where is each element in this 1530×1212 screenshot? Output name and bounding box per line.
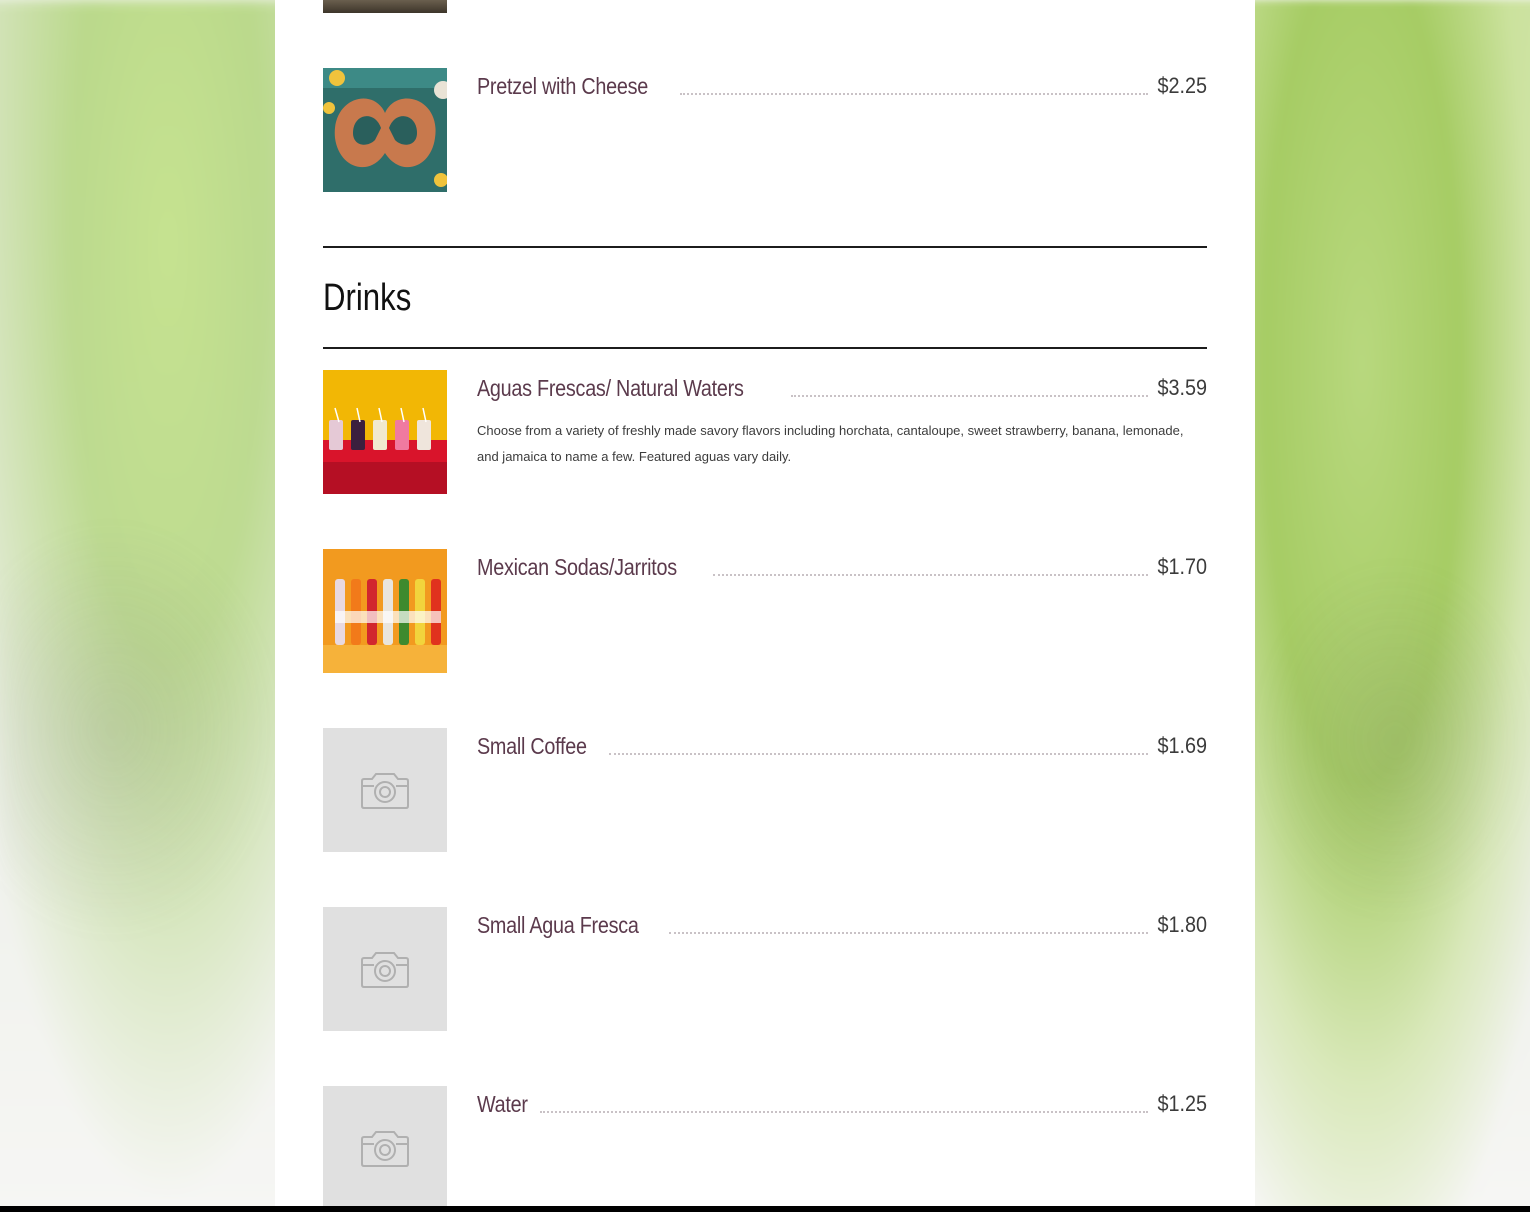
item-name: Pretzel with Cheese — [477, 73, 649, 99]
camera-icon — [361, 1131, 409, 1167]
section-title: Drinks — [323, 277, 412, 319]
item-header: Pretzel with Cheese $2.25 — [477, 70, 1207, 100]
menu-item: Water $1.25 — [323, 1086, 1207, 1210]
item-price: $1.25 — [1157, 1091, 1207, 1116]
item-price: $1.69 — [1157, 733, 1207, 758]
item-price: $1.80 — [1157, 912, 1207, 937]
item-header: Water $1.25 — [477, 1088, 1207, 1118]
item-name: Small Agua Fresca — [477, 912, 639, 938]
bottom-bar — [0, 1206, 1530, 1212]
camera-icon — [361, 952, 409, 988]
background-shade-left — [0, 520, 280, 940]
item-price: $2.25 — [1157, 73, 1207, 98]
dotted-leader — [540, 1110, 1148, 1113]
menu-item: Small Coffee $1.69 — [323, 728, 1207, 852]
item-header: Mexican Sodas/Jarritos $1.70 — [477, 551, 1207, 581]
dotted-leader — [713, 573, 1148, 576]
image-placeholder — [323, 728, 447, 852]
item-header: Small Agua Fresca $1.80 — [477, 909, 1207, 939]
menu-item: Aguas Frescas/ Natural Waters $3.59 Choo… — [323, 370, 1207, 494]
item-price: $1.70 — [1157, 554, 1207, 579]
section-divider-bottom — [323, 347, 1207, 349]
item-name: Water — [477, 1091, 528, 1117]
item-name: Aguas Frescas/ Natural Waters — [477, 375, 744, 401]
menu-content: Pretzel with Cheese $2.25 Drinks Aguas F… — [275, 0, 1255, 1212]
menu-item: Pretzel with Cheese $2.25 — [323, 68, 1207, 192]
jarritos-photo — [323, 549, 447, 673]
section-divider-top — [323, 246, 1207, 248]
image-placeholder — [323, 1086, 447, 1210]
menu-item: Small Agua Fresca $1.80 — [323, 907, 1207, 1031]
item-name: Mexican Sodas/Jarritos — [477, 554, 677, 580]
pretzel-photo — [323, 68, 447, 192]
dotted-leader — [791, 394, 1148, 397]
item-price: $3.59 — [1157, 375, 1207, 400]
item-header: Aguas Frescas/ Natural Waters $3.59 — [477, 372, 1207, 402]
camera-icon — [361, 773, 409, 809]
menu-item: Mexican Sodas/Jarritos $1.70 — [323, 549, 1207, 673]
background-shade-right — [1255, 560, 1530, 920]
previous-item-image — [323, 0, 447, 13]
aguas-frescas-photo — [323, 370, 447, 494]
item-name: Small Coffee — [477, 733, 587, 759]
dotted-leader — [608, 752, 1148, 755]
item-description: Choose from a variety of freshly made sa… — [477, 423, 1184, 464]
image-placeholder — [323, 907, 447, 1031]
item-header: Small Coffee $1.69 — [477, 730, 1207, 760]
dotted-leader — [668, 931, 1148, 934]
dotted-leader — [679, 92, 1148, 95]
